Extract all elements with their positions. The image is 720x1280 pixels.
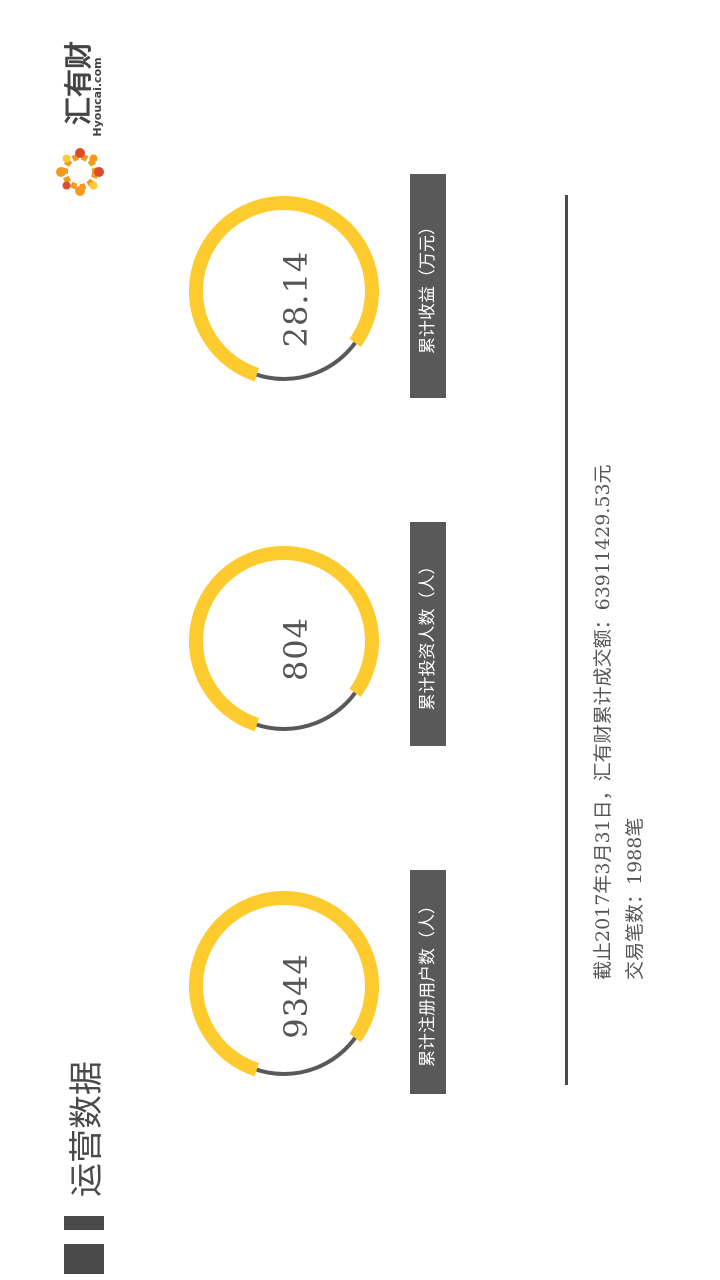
title-decoration-bar <box>64 1216 104 1230</box>
brand-domain: Hyoucai.com <box>91 57 104 137</box>
stat-value-total-earnings: 28.14 <box>277 250 315 348</box>
summary-text: 截止2017年3月31日，汇有财累计成交额：63911429.53元 交易笔数：… <box>587 360 657 980</box>
title-decoration-block <box>64 1244 104 1274</box>
page-title: 运营数据 <box>67 1061 107 1197</box>
stat-label-total-registered-users: 累计注册用户数（人） <box>410 870 446 1094</box>
stat-label-total-investors: 累计投资人数（人） <box>410 522 446 746</box>
hyoucai-logo-icon <box>56 148 104 196</box>
stat-label-total-earnings: 累计收益（万元） <box>410 174 446 398</box>
brand-name: 汇有财 <box>62 41 95 126</box>
summary-line-turnover: 截止2017年3月31日，汇有财累计成交额：63911429.53元 <box>592 464 614 980</box>
stat-value-total-investors: 804 <box>277 616 315 682</box>
summary-line-transactions: 交易笔数：1988笔 <box>624 817 646 980</box>
stat-value-total-registered-users: 9344 <box>277 953 315 1039</box>
section-divider <box>565 195 568 1085</box>
